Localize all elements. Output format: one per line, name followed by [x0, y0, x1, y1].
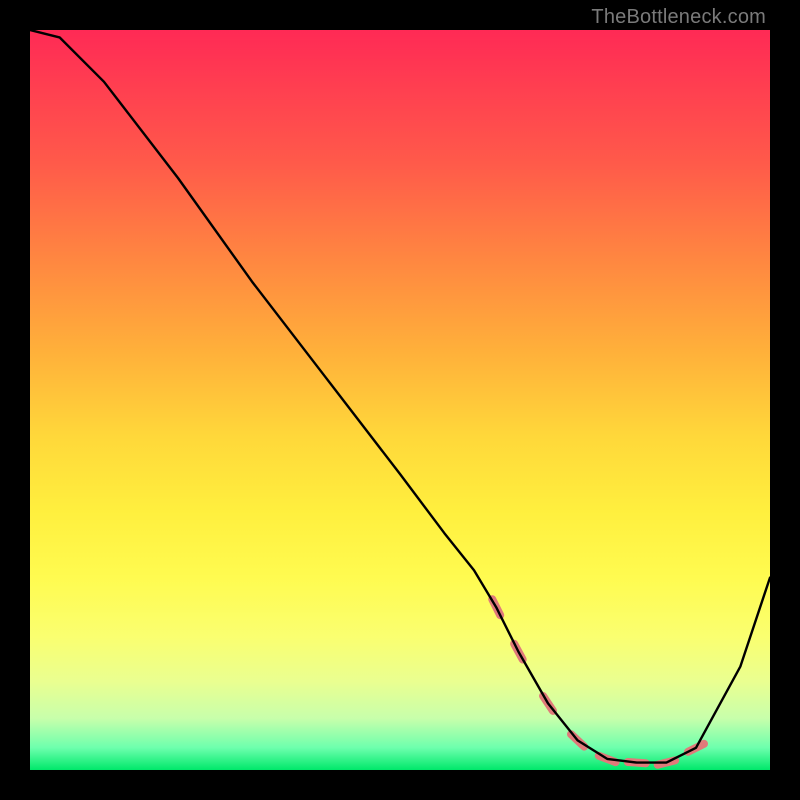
highlight-markers [492, 599, 704, 765]
bottleneck-curve [30, 30, 770, 763]
plot-area [30, 30, 770, 770]
chart-frame: TheBottleneck.com [0, 0, 800, 800]
attribution-label: TheBottleneck.com [591, 6, 766, 29]
chart-overlay [30, 30, 770, 770]
